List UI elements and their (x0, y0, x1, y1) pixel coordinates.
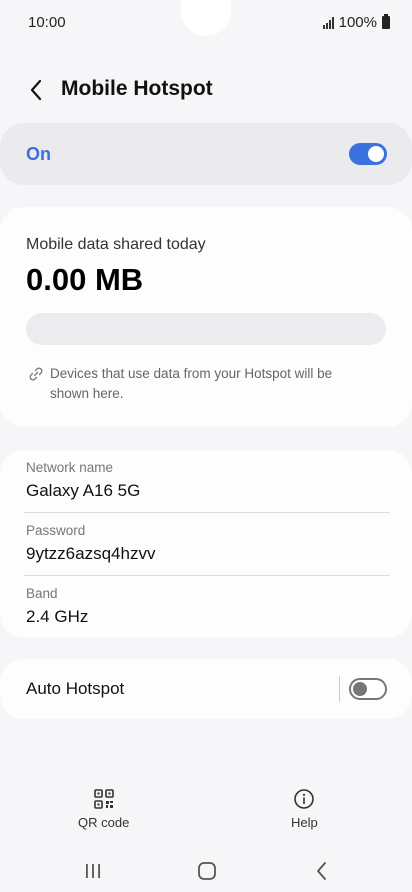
auto-hotspot-row[interactable]: Auto Hotspot (0, 659, 412, 719)
vertical-divider (339, 676, 340, 702)
home-icon (198, 862, 216, 880)
help-label: Help (291, 815, 318, 830)
band-row[interactable]: Band 2.4 GHz (26, 586, 390, 627)
qr-code-icon (93, 789, 114, 809)
network-name-row[interactable]: Network name Galaxy A16 5G (26, 460, 390, 501)
app-header: Mobile Hotspot (0, 68, 412, 112)
password-row[interactable]: Password 9ytzz6azsq4hzvv (26, 523, 390, 564)
hotspot-master-switch[interactable]: On (0, 123, 412, 185)
camera-notch (181, 0, 231, 36)
status-indicators: 100% (322, 14, 390, 31)
password-value: 9ytzz6azsq4hzvv (26, 544, 156, 563)
info-icon (294, 789, 315, 809)
status-time: 10:00 (28, 14, 66, 31)
usage-progress-bar (26, 313, 386, 345)
signal-icon (322, 16, 334, 29)
divider (24, 512, 390, 513)
home-button[interactable] (192, 856, 222, 886)
back-icon (317, 862, 326, 880)
toggle-knob (368, 146, 384, 162)
usage-note: Devices that use data from your Hotspot … (28, 364, 368, 404)
nav-back-button[interactable] (307, 856, 337, 886)
hotspot-status-label: On (26, 144, 51, 164)
network-name-label: Network name (26, 460, 114, 475)
divider (24, 575, 390, 576)
back-button[interactable] (22, 76, 50, 104)
status-bar: 10:00 100% (0, 0, 412, 46)
battery-percent: 100% (338, 14, 377, 31)
toggle-knob (353, 682, 367, 696)
qr-code-button[interactable]: QR code (78, 788, 129, 830)
password-label: Password (26, 523, 86, 538)
auto-hotspot-label: Auto Hotspot (26, 679, 125, 698)
usage-label: Mobile data shared today (26, 236, 206, 253)
band-value: 2.4 GHz (26, 607, 89, 626)
qr-code-label: QR code (78, 815, 130, 830)
recent-apps-icon (86, 864, 100, 878)
network-name-value: Galaxy A16 5G (26, 481, 141, 500)
system-nav-bar (0, 852, 412, 892)
auto-hotspot-toggle[interactable] (349, 678, 387, 700)
usage-note-text: Devices that use data from your Hotspot … (50, 366, 333, 401)
recent-apps-button[interactable] (78, 856, 108, 886)
help-button[interactable]: Help (291, 788, 318, 830)
network-info-card: Network name Galaxy A16 5G Password 9ytz… (0, 450, 412, 638)
link-icon (29, 367, 43, 381)
page-title: Mobile Hotspot (61, 77, 213, 100)
chevron-left-icon (30, 79, 42, 101)
data-usage-card: Mobile data shared today 0.00 MB Devices… (0, 207, 412, 427)
band-label: Band (26, 586, 58, 601)
usage-value: 0.00 MB (26, 262, 144, 297)
hotspot-toggle[interactable] (349, 143, 387, 165)
battery-icon (382, 14, 390, 29)
